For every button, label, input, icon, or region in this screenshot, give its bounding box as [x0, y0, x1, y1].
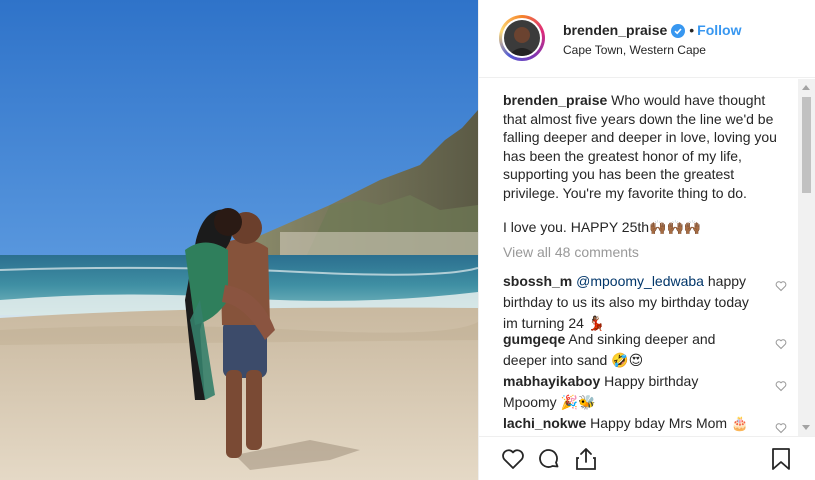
- bookmark-icon[interactable]: [771, 447, 791, 474]
- avatar-image: [504, 20, 540, 56]
- story-ring[interactable]: [499, 15, 545, 61]
- comments-section[interactable]: brenden_praise Who would have thought th…: [479, 79, 801, 436]
- caption-username[interactable]: brenden_praise: [503, 92, 607, 108]
- instagram-post: brenden_praise • Follow Cape Town, Western…: [0, 0, 815, 480]
- comment-like-heart-icon[interactable]: [775, 335, 787, 356]
- comment-mention[interactable]: @mpoomy_ledwaba: [576, 273, 704, 289]
- comment-item: mabhayikaboy Happy birthday Mpoomy 🎉🐝: [503, 371, 787, 413]
- caption-text: Who would have thought that almost five …: [503, 92, 777, 201]
- scroll-down-arrow-icon[interactable]: [802, 425, 810, 430]
- header-user-line: brenden_praise • Follow: [563, 22, 742, 41]
- comment-like-heart-icon[interactable]: [775, 277, 787, 298]
- location-link[interactable]: Cape Town, Western Cape: [563, 43, 706, 57]
- comment-username[interactable]: lachi_nokwe: [503, 415, 586, 431]
- scrollbar-thumb[interactable]: [802, 97, 811, 193]
- verified-badge-icon: [671, 24, 686, 41]
- action-bar: [479, 436, 815, 480]
- comment-emoji: 🤣😍: [611, 352, 644, 368]
- follow-button[interactable]: Follow: [697, 22, 741, 38]
- view-all-comments-link[interactable]: View all 48 comments: [503, 244, 639, 260]
- caption-line-2: I love you. HAPPY 25th🙌🏾🙌🏾🙌🏾: [503, 218, 779, 237]
- share-icon[interactable]: [575, 447, 597, 474]
- comment-like-heart-icon[interactable]: [775, 419, 787, 436]
- comment-username[interactable]: gumgeqe: [503, 331, 565, 347]
- scroll-up-arrow-icon[interactable]: [802, 85, 810, 90]
- comment-item: sbossh_m @mpoomy_ledwaba happy birthday …: [503, 271, 787, 334]
- header-username[interactable]: brenden_praise: [563, 22, 667, 38]
- avatar[interactable]: [502, 18, 542, 58]
- comment-like-heart-icon[interactable]: [775, 377, 787, 398]
- comment-bubble-icon[interactable]: [537, 447, 561, 474]
- caption-emoji: 🙌🏾🙌🏾🙌🏾: [649, 219, 702, 235]
- post-side-panel: brenden_praise • Follow Cape Town, Western…: [478, 0, 815, 480]
- comment-text: Happy bday Mrs Mom: [590, 415, 728, 431]
- heart-icon[interactable]: [501, 447, 525, 474]
- comments-scrollbar[interactable]: [798, 79, 815, 436]
- caption: brenden_praise Who would have thought th…: [503, 91, 779, 237]
- comment-username[interactable]: sbossh_m: [503, 273, 572, 289]
- comment-item: gumgeqe And sinking deeper and deeper in…: [503, 329, 787, 371]
- separator-dot: •: [689, 22, 695, 38]
- caption-text-2: I love you. HAPPY 25th: [503, 219, 650, 235]
- post-header: brenden_praise • Follow Cape Town, Western…: [479, 0, 815, 78]
- comment-emoji: 🎉🐝: [560, 394, 596, 410]
- beach-kiss-photo: [0, 0, 478, 480]
- comment-item: lachi_nokwe Happy bday Mrs Mom 🎂: [503, 413, 787, 434]
- post-photo[interactable]: [0, 0, 478, 480]
- comment-emoji: 🎂: [730, 415, 749, 431]
- comment-username[interactable]: mabhayikaboy: [503, 373, 600, 389]
